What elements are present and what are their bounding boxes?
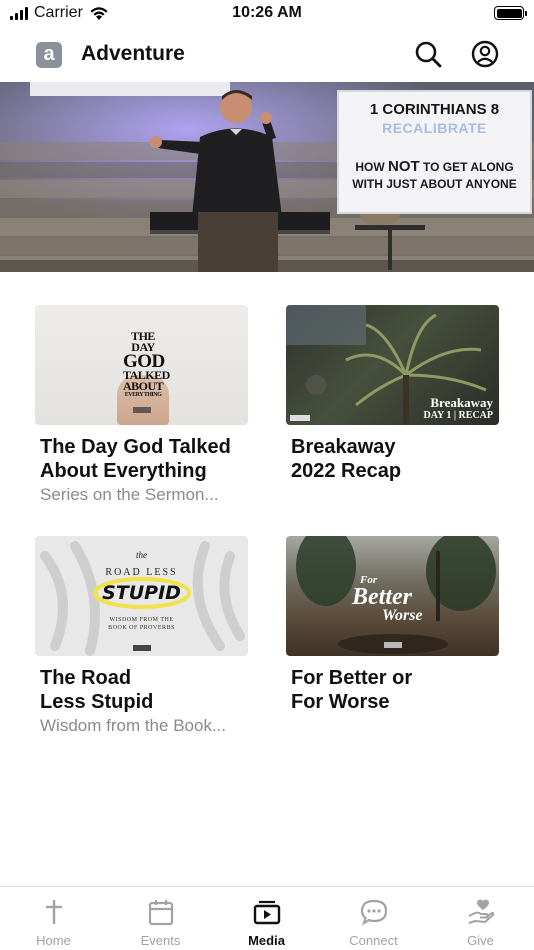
church-logo-mark (290, 415, 310, 421)
featured-media-hero[interactable]: 1 CORINTHIANS 8 RECALIBRATE HOW NOT TO G… (0, 82, 534, 272)
thumbnail-text: Breakaway DAY 1 | RECAP (423, 395, 493, 421)
media-card-subtitle: Wisdom from the Book... (40, 716, 227, 735)
app-title: Adventure (81, 42, 185, 65)
media-thumbnail[interactable]: the ROAD LESS STUPID WISDOM FROM THE BOO… (35, 536, 248, 656)
hand-heart-icon (468, 899, 495, 924)
cross-icon (46, 900, 62, 924)
media-thumbnail[interactable]: THE DAY GOD TALKED ABOUT EVERY THING (35, 305, 248, 425)
app-logo: a (36, 42, 62, 68)
media-thumbnail[interactable]: Breakaway DAY 1 | RECAP (286, 305, 499, 425)
slide-series: RECALIBRATE (382, 120, 487, 136)
media-card[interactable]: THE DAY GOD TALKED ABOUT EVERY THING The… (35, 305, 248, 505)
media-icon (253, 900, 281, 925)
tab-label: Home (36, 933, 71, 948)
tab-home[interactable]: Home (0, 887, 107, 950)
battery-icon (494, 6, 527, 20)
sermon-slide: 1 CORINTHIANS 8 RECALIBRATE HOW NOT TO G… (337, 90, 532, 214)
tab-label: Connect (349, 933, 398, 948)
status-time: 10:26 AM (232, 4, 302, 21)
tab-label: Events (140, 933, 181, 948)
tab-bar: Home Events Media Connect Give (0, 886, 534, 950)
church-logo-mark (133, 645, 151, 651)
media-card-title: The Day God Talked About Everything (40, 436, 231, 482)
thumbnail-text: STUPID (102, 582, 181, 604)
media-card[interactable]: For Better Worse For Better or For Worse (286, 536, 499, 714)
profile-icon[interactable] (470, 39, 500, 69)
thumbnail-text: For Better Worse (352, 574, 423, 624)
chat-icon (360, 899, 388, 926)
church-logo-mark (384, 642, 402, 648)
media-card-subtitle: Series on the Sermon... (40, 485, 219, 504)
media-card[interactable]: the ROAD LESS STUPID WISDOM FROM THE BOO… (35, 536, 248, 736)
media-thumbnail[interactable]: For Better Worse (286, 536, 499, 656)
tab-give[interactable]: Give (427, 887, 534, 950)
tab-media[interactable]: Media (213, 887, 320, 950)
media-card-title: For Better or For Worse (291, 667, 413, 713)
app-header: a Adventure (0, 28, 534, 82)
thumbnail-text: the (136, 550, 147, 560)
tab-connect[interactable]: Connect (320, 887, 427, 950)
media-card-title: Breakaway 2022 Recap (291, 436, 402, 482)
tab-label: Media (248, 933, 285, 948)
thumbnail-text: ROAD LESS (105, 567, 178, 578)
thumbnail-text: WISDOM FROM THE BOOK OF PROVERBS (108, 617, 175, 631)
calendar-icon (148, 900, 174, 926)
tab-events[interactable]: Events (107, 887, 214, 950)
media-card[interactable]: Breakaway DAY 1 | RECAP Breakaway 2022 R… (286, 305, 499, 483)
search-icon[interactable] (413, 39, 443, 69)
slide-subtitle-line2: WITH JUST ABOUT ANYONE (352, 177, 517, 191)
status-bar: Carrier 10:26 AM (0, 0, 534, 28)
tab-label: Give (467, 933, 494, 948)
church-logo-mark (133, 407, 151, 413)
media-card-title: The Road Less Stupid (40, 667, 154, 713)
thumbnail-text: THE DAY GOD TALKED ABOUT EVERY THING (123, 329, 170, 398)
slide-heading: 1 CORINTHIANS 8 (369, 101, 500, 118)
slide-subtitle-line1: HOW NOT TO GET ALONG (355, 158, 514, 175)
